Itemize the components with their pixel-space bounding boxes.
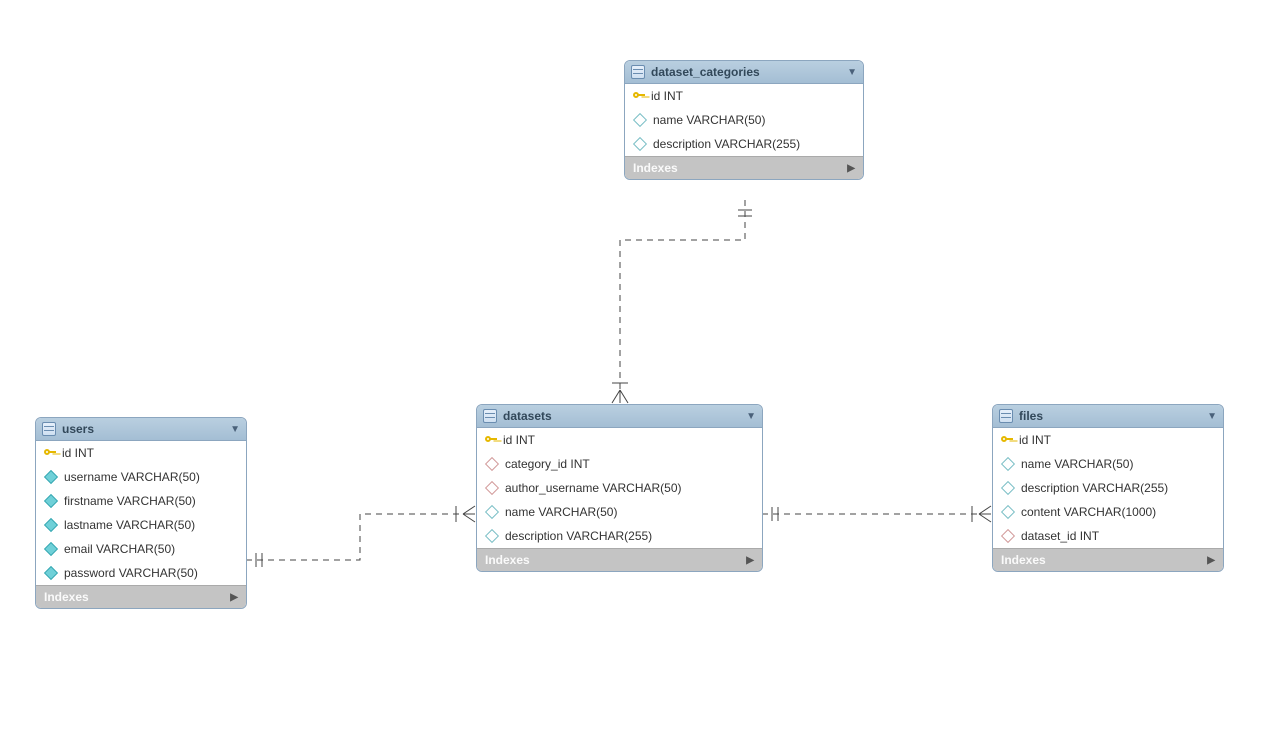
- column-text: id INT: [503, 433, 535, 447]
- table-dataset-categories[interactable]: dataset_categories ▼ id INT name VARCHAR(…: [624, 60, 864, 180]
- column-text: dataset_id INT: [1021, 529, 1099, 543]
- column-row[interactable]: name VARCHAR(50): [477, 500, 762, 524]
- column-text: name VARCHAR(50): [653, 113, 765, 127]
- column-text: id INT: [1019, 433, 1051, 447]
- column-icon: [44, 566, 58, 580]
- expand-icon[interactable]: ▶: [746, 555, 754, 566]
- column-row[interactable]: dataset_id INT: [993, 524, 1223, 548]
- column-row[interactable]: category_id INT: [477, 452, 762, 476]
- table-icon: [999, 409, 1013, 423]
- table-header[interactable]: files ▼: [993, 405, 1223, 428]
- table-icon: [483, 409, 497, 423]
- column-text: name VARCHAR(50): [505, 505, 617, 519]
- column-icon: [1001, 505, 1015, 519]
- column-list: id INT category_id INT author_username VAR…: [477, 428, 762, 548]
- column-icon: [485, 529, 499, 543]
- collapse-icon[interactable]: ▼: [847, 67, 857, 78]
- indexes-section[interactable]: Indexes ▶: [625, 156, 863, 179]
- collapse-icon[interactable]: ▼: [1207, 411, 1217, 422]
- table-title: users: [62, 422, 224, 436]
- column-row[interactable]: id INT: [625, 84, 863, 108]
- table-header[interactable]: datasets ▼: [477, 405, 762, 428]
- column-text: content VARCHAR(1000): [1021, 505, 1156, 519]
- column-text: author_username VARCHAR(50): [505, 481, 682, 495]
- collapse-icon[interactable]: ▼: [746, 411, 756, 422]
- column-row[interactable]: name VARCHAR(50): [993, 452, 1223, 476]
- primary-key-icon: [1001, 434, 1013, 446]
- column-row[interactable]: lastname VARCHAR(50): [36, 513, 246, 537]
- column-list: id INT username VARCHAR(50) firstname VARC…: [36, 441, 246, 585]
- column-text: description VARCHAR(255): [505, 529, 652, 543]
- column-icon: [1001, 481, 1015, 495]
- table-header[interactable]: users ▼: [36, 418, 246, 441]
- column-row[interactable]: email VARCHAR(50): [36, 537, 246, 561]
- column-icon: [485, 505, 499, 519]
- column-text: password VARCHAR(50): [64, 566, 198, 580]
- column-text: description VARCHAR(255): [1021, 481, 1168, 495]
- table-files[interactable]: files ▼ id INT name VARCHAR(50) descriptio…: [992, 404, 1224, 572]
- column-icon: [633, 137, 647, 151]
- column-row[interactable]: name VARCHAR(50): [625, 108, 863, 132]
- column-icon: [485, 457, 499, 471]
- primary-key-icon: [485, 434, 497, 446]
- column-text: lastname VARCHAR(50): [64, 518, 195, 532]
- column-row[interactable]: password VARCHAR(50): [36, 561, 246, 585]
- table-icon: [42, 422, 56, 436]
- column-icon: [44, 542, 58, 556]
- column-list: id INT name VARCHAR(50) description VARCHA…: [625, 84, 863, 156]
- column-icon: [1001, 457, 1015, 471]
- table-title: datasets: [503, 409, 740, 423]
- column-text: email VARCHAR(50): [64, 542, 175, 556]
- table-datasets[interactable]: datasets ▼ id INT category_id INT author_u…: [476, 404, 763, 572]
- table-header[interactable]: dataset_categories ▼: [625, 61, 863, 84]
- column-row[interactable]: firstname VARCHAR(50): [36, 489, 246, 513]
- table-icon: [631, 65, 645, 79]
- collapse-icon[interactable]: ▼: [230, 424, 240, 435]
- table-title: dataset_categories: [651, 65, 841, 79]
- column-icon: [44, 494, 58, 508]
- column-row[interactable]: username VARCHAR(50): [36, 465, 246, 489]
- column-text: description VARCHAR(255): [653, 137, 800, 151]
- expand-icon[interactable]: ▶: [230, 592, 238, 603]
- column-text: id INT: [651, 89, 683, 103]
- column-icon: [485, 481, 499, 495]
- column-text: id INT: [62, 446, 94, 460]
- indexes-label: Indexes: [44, 590, 89, 604]
- column-icon: [633, 113, 647, 127]
- column-text: username VARCHAR(50): [64, 470, 200, 484]
- column-row[interactable]: content VARCHAR(1000): [993, 500, 1223, 524]
- column-row[interactable]: id INT: [477, 428, 762, 452]
- indexes-label: Indexes: [485, 553, 530, 567]
- primary-key-icon: [633, 90, 645, 102]
- indexes-section[interactable]: Indexes ▶: [477, 548, 762, 571]
- indexes-label: Indexes: [1001, 553, 1046, 567]
- column-row[interactable]: id INT: [993, 428, 1223, 452]
- column-row[interactable]: author_username VARCHAR(50): [477, 476, 762, 500]
- primary-key-icon: [44, 447, 56, 459]
- column-row[interactable]: description VARCHAR(255): [477, 524, 762, 548]
- table-title: files: [1019, 409, 1201, 423]
- column-list: id INT name VARCHAR(50) description VARCHA…: [993, 428, 1223, 548]
- column-row[interactable]: description VARCHAR(255): [993, 476, 1223, 500]
- expand-icon[interactable]: ▶: [1207, 555, 1215, 566]
- column-text: name VARCHAR(50): [1021, 457, 1133, 471]
- indexes-label: Indexes: [633, 161, 678, 175]
- table-users[interactable]: users ▼ id INT username VARCHAR(50) firstn…: [35, 417, 247, 609]
- indexes-section[interactable]: Indexes ▶: [993, 548, 1223, 571]
- column-text: firstname VARCHAR(50): [64, 494, 196, 508]
- column-icon: [44, 518, 58, 532]
- column-icon: [1001, 529, 1015, 543]
- column-icon: [44, 470, 58, 484]
- expand-icon[interactable]: ▶: [847, 163, 855, 174]
- column-row[interactable]: description VARCHAR(255): [625, 132, 863, 156]
- indexes-section[interactable]: Indexes ▶: [36, 585, 246, 608]
- column-row[interactable]: id INT: [36, 441, 246, 465]
- column-text: category_id INT: [505, 457, 590, 471]
